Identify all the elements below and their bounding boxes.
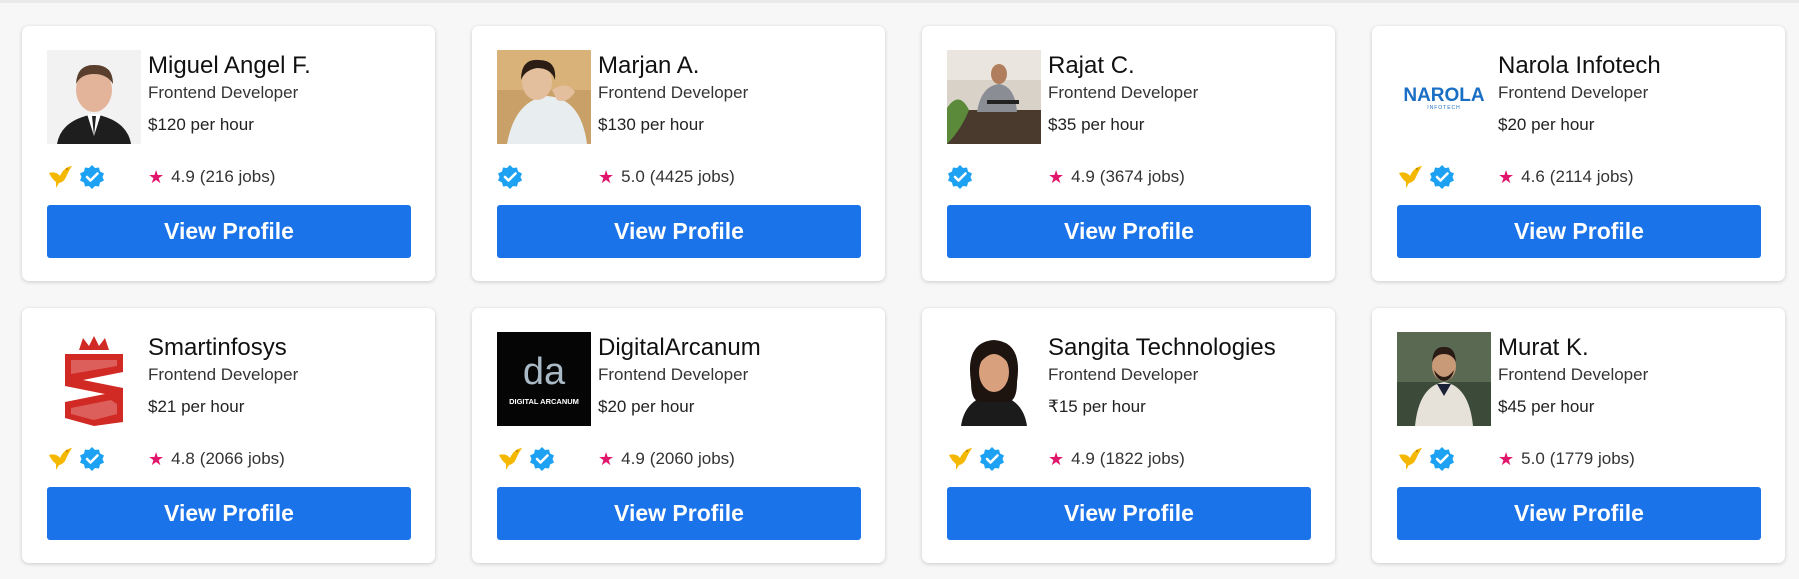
developer-title: Frontend Developer xyxy=(1048,365,1199,384)
star-icon: ★ xyxy=(1498,448,1515,469)
developer-name[interactable]: Marjan A. xyxy=(598,52,748,80)
avatar[interactable] xyxy=(497,50,591,144)
verified-icon xyxy=(530,447,554,471)
jobs-count: (4425 jobs) xyxy=(649,167,735,186)
narola-logo-text: NAROLA xyxy=(1403,85,1485,106)
developer-title: Frontend Developer xyxy=(1048,83,1199,102)
star-icon: ★ xyxy=(598,166,615,187)
bird-badge-icon xyxy=(1399,166,1422,188)
star-icon: ★ xyxy=(598,448,615,469)
bird-badge-icon xyxy=(1399,448,1422,470)
rating-value: 4.9 xyxy=(621,449,645,468)
rating-value: 4.9 xyxy=(1071,167,1095,186)
hourly-rate: $130 per hour xyxy=(598,115,704,134)
jobs-count: (2060 jobs) xyxy=(649,449,735,468)
developer-title: Frontend Developer xyxy=(148,365,299,384)
developer-name[interactable]: Miguel Angel F. xyxy=(148,52,311,80)
jobs-count: (1822 jobs) xyxy=(1099,449,1185,468)
hourly-rate: $120 per hour xyxy=(148,115,254,134)
digital-arcanum-logo-text: da xyxy=(523,351,566,393)
star-icon: ★ xyxy=(148,448,165,469)
star-icon: ★ xyxy=(148,166,165,187)
bird-badge-icon xyxy=(49,448,72,470)
avatar[interactable] xyxy=(47,332,141,426)
avatar[interactable] xyxy=(947,50,1041,144)
developer-card: da DIGITAL ARCANUM DigitalArcanum Fronte… xyxy=(472,308,885,563)
developer-title: Frontend Developer xyxy=(1498,365,1649,384)
developer-card: Murat K. Frontend Developer $45 per hour… xyxy=(1372,308,1785,563)
developer-name[interactable]: Murat K. xyxy=(1498,334,1648,362)
verified-icon xyxy=(80,165,104,189)
verified-icon xyxy=(80,447,104,471)
rating-value: 4.9 xyxy=(1071,449,1095,468)
developer-card: Marjan A. Frontend Developer $130 per ho… xyxy=(472,26,885,281)
bird-badge-icon xyxy=(949,448,972,470)
hourly-rate: $20 per hour xyxy=(1498,115,1595,134)
jobs-count: (2114 jobs) xyxy=(1549,167,1634,186)
developer-card: Sangita Technologies Frontend Developer … xyxy=(922,308,1335,563)
view-profile-button[interactable]: View Profile xyxy=(1397,205,1761,258)
avatar[interactable] xyxy=(1397,332,1491,426)
hourly-rate: $35 per hour xyxy=(1048,115,1145,134)
rating-value: 4.8 xyxy=(171,449,195,468)
developer-name[interactable]: Rajat C. xyxy=(1048,52,1198,80)
view-profile-button[interactable]: View Profile xyxy=(497,487,861,540)
verified-icon xyxy=(1430,165,1454,189)
rating-value: 5.0 xyxy=(1521,449,1545,468)
hourly-rate: $45 per hour xyxy=(1498,397,1595,416)
developer-title: Frontend Developer xyxy=(598,83,749,102)
narola-logo-sub: INFOTECH xyxy=(1427,105,1461,111)
developer-title: Frontend Developer xyxy=(148,83,299,102)
view-profile-button[interactable]: View Profile xyxy=(497,205,861,258)
rating-value: 4.6 xyxy=(1521,167,1545,186)
rating-value: 4.9 xyxy=(171,167,195,186)
bird-badge-icon xyxy=(49,166,72,188)
view-profile-button[interactable]: View Profile xyxy=(1397,487,1761,540)
hourly-rate: $21 per hour xyxy=(148,397,245,416)
jobs-count: (3674 jobs) xyxy=(1099,167,1185,186)
verified-icon xyxy=(498,165,522,189)
jobs-count: (1779 jobs) xyxy=(1549,449,1635,468)
view-profile-button[interactable]: View Profile xyxy=(947,205,1311,258)
view-profile-button[interactable]: View Profile xyxy=(47,205,411,258)
star-icon: ★ xyxy=(1498,166,1515,187)
developer-name[interactable]: Smartinfosys xyxy=(148,334,298,362)
developer-name[interactable]: DigitalArcanum xyxy=(598,334,761,362)
developer-card: NAROLA INFOTECH Narola Infotech Frontend… xyxy=(1372,26,1785,281)
developer-card: Rajat C. Frontend Developer $35 per hour… xyxy=(922,26,1335,281)
developer-title: Frontend Developer xyxy=(1498,83,1649,102)
view-profile-button[interactable]: View Profile xyxy=(47,487,411,540)
developer-name[interactable]: Narola Infotech xyxy=(1498,52,1661,80)
verified-icon xyxy=(1430,447,1454,471)
developer-name[interactable]: Sangita Technologies xyxy=(1048,334,1276,362)
developer-card: Smartinfosys Frontend Developer $21 per … xyxy=(22,308,435,563)
avatar[interactable] xyxy=(947,332,1041,426)
avatar[interactable]: NAROLA INFOTECH xyxy=(1397,50,1491,144)
developer-card: Miguel Angel F. Frontend Developer $120 … xyxy=(22,26,435,281)
jobs-count: (2066 jobs) xyxy=(199,449,285,468)
hourly-rate: ₹15 per hour xyxy=(1048,397,1146,416)
jobs-count: (216 jobs) xyxy=(199,167,276,186)
avatar[interactable] xyxy=(47,50,141,144)
developer-title: Frontend Developer xyxy=(598,365,749,384)
digital-arcanum-logo-sub: DIGITAL ARCANUM xyxy=(509,397,579,406)
view-profile-button[interactable]: View Profile xyxy=(947,487,1311,540)
verified-icon xyxy=(980,447,1004,471)
bird-badge-icon xyxy=(499,448,522,470)
top-divider xyxy=(0,0,1799,3)
star-icon: ★ xyxy=(1048,448,1065,469)
verified-icon xyxy=(948,165,972,189)
hourly-rate: $20 per hour xyxy=(598,397,695,416)
star-icon: ★ xyxy=(1048,166,1065,187)
developer-grid: Miguel Angel F. Frontend Developer $120 … xyxy=(22,26,1785,563)
rating-value: 5.0 xyxy=(621,167,645,186)
avatar[interactable]: da DIGITAL ARCANUM xyxy=(497,332,591,426)
